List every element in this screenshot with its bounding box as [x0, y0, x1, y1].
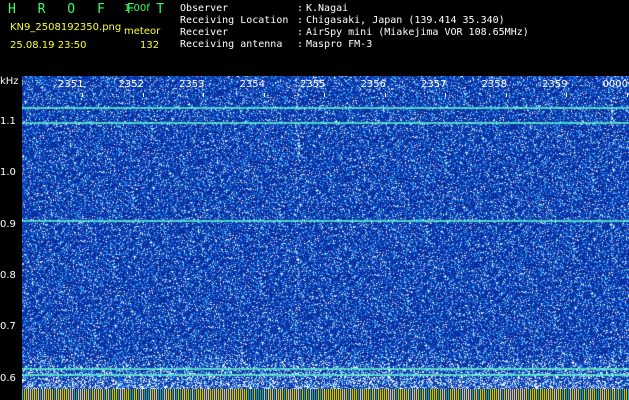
y-axis-unit: kHz — [0, 76, 19, 87]
x-tick-label: 0000 — [602, 79, 628, 90]
x-tick-label: 2352 — [118, 79, 144, 90]
spectrogram-canvas — [22, 76, 629, 389]
x-tick-mark — [324, 93, 325, 97]
receiver-label: Receiver — [180, 27, 229, 38]
app-version: 1.00f — [124, 3, 150, 14]
receiver-colon: : — [297, 27, 304, 38]
spectrogram — [22, 76, 629, 389]
x-tick-label: 2359 — [542, 79, 568, 90]
x-tick-mark — [626, 93, 628, 97]
file-name: KN9_2508192350.png — [10, 22, 122, 33]
x-tick-label: 2351 — [58, 79, 84, 90]
x-tick-label: 2353 — [179, 79, 205, 90]
antenna-value: Maspro FM-3 — [306, 39, 373, 50]
location-label: Receiving Location — [180, 15, 289, 26]
x-tick-mark — [384, 93, 386, 97]
receiver-value: AirSpy mini (Miakejima VOR 108.65MHz) — [306, 27, 529, 38]
y-tick-label: 0.9 — [0, 218, 16, 230]
meteor-label: meteor — [124, 26, 161, 37]
location-colon: : — [297, 15, 304, 26]
x-tick-mark — [82, 93, 83, 97]
antenna-label: Receiving antenna — [180, 39, 283, 50]
meteor-count: 132 — [140, 40, 160, 51]
x-tick-label: 2354 — [239, 79, 265, 90]
y-tick-label: 0.7 — [0, 321, 16, 333]
antenna-colon: : — [297, 39, 304, 50]
header-panel: H R O F F T 1.00f KN9_2508192350.png met… — [0, 0, 629, 75]
x-tick-mark — [142, 93, 144, 97]
x-tick-label: 2356 — [360, 79, 386, 90]
x-tick-label: 2357 — [421, 79, 447, 90]
y-tick-label: 0.6 — [0, 372, 16, 384]
x-tick-mark — [505, 93, 507, 97]
x-tick-label: 2355 — [300, 79, 326, 90]
x-tick-mark — [566, 93, 567, 97]
x-tick-mark — [263, 93, 265, 97]
x-tick-mark — [445, 93, 446, 97]
y-tick-label: 1.1 — [0, 116, 16, 128]
date-time: 25.08.19 23:50 — [10, 40, 87, 51]
detection-strip — [22, 389, 629, 400]
observer-label: Observer — [180, 3, 229, 14]
y-tick-label: 1.0 — [0, 167, 16, 179]
x-tick-mark — [203, 93, 204, 97]
x-tick-label: 2358 — [481, 79, 507, 90]
location-value: Chigasaki, Japan (139.414 35.340) — [306, 15, 505, 26]
y-tick-label: 0.8 — [0, 270, 16, 282]
observer-value: K.Nagai — [306, 3, 349, 14]
observer-colon: : — [297, 3, 304, 14]
